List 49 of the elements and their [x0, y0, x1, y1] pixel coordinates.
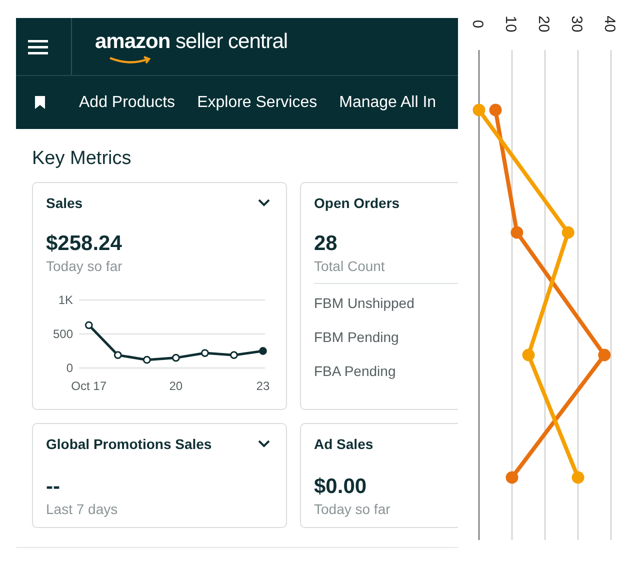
point — [172, 354, 180, 362]
metric-value: 28 — [314, 232, 338, 256]
axis-tick-label: 0 — [469, 20, 486, 28]
axis-tick-label: 0 — [66, 361, 73, 375]
metric-value: $258.24 — [46, 232, 123, 256]
axis-tick-label: 10 — [502, 16, 519, 32]
axis-tick-label: 1K — [58, 293, 73, 307]
chevron-icon[interactable] — [258, 440, 270, 448]
point — [472, 104, 486, 116]
axis-tick-label: 500 — [52, 327, 73, 341]
chevron-icon[interactable] — [258, 199, 270, 207]
point — [84, 321, 93, 330]
card-title: Ad Sales — [314, 436, 374, 452]
metric-caption: Today so far — [46, 258, 124, 274]
metric-caption: Total Count — [314, 258, 386, 274]
point — [510, 226, 524, 239]
point — [598, 348, 611, 362]
point — [200, 349, 209, 357]
metric-caption: Last 7 days — [46, 501, 119, 517]
bookmark-icon[interactable] — [35, 96, 45, 109]
axis-tick-label: 20 — [169, 379, 183, 393]
section-title: Key Metrics — [32, 148, 132, 170]
point — [259, 347, 267, 355]
nav-link[interactable]: Manage All In — [339, 94, 436, 112]
axis-tick-label: 23 — [256, 379, 270, 393]
order-row-label: FBM Unshipped — [314, 294, 416, 313]
order-row-label: FBA Pending — [314, 362, 397, 381]
axis-tick-label: 40 — [601, 16, 618, 32]
point — [114, 351, 122, 360]
axis-tick-label: 30 — [568, 16, 585, 32]
axis-tick-label: Oct 17 — [71, 379, 107, 393]
point — [142, 356, 151, 364]
metric-caption: Today so far — [314, 501, 392, 517]
axis-tick-label: 20 — [535, 16, 552, 32]
point — [506, 471, 518, 484]
metric-value: $0.00 — [314, 475, 368, 499]
card-title: Global Promotions Sales — [46, 436, 212, 452]
point — [562, 226, 574, 239]
order-row-label: FBM Pending — [314, 328, 400, 347]
card-title: Open Orders — [314, 195, 400, 211]
point — [489, 104, 502, 116]
card-title: Sales — [46, 195, 83, 211]
metric-value: -- — [46, 475, 61, 499]
nav-link[interactable]: Add Products — [79, 94, 176, 112]
logo[interactable]: amazon seller central — [95, 30, 288, 54]
point — [572, 471, 584, 484]
nav-link[interactable]: Explore Services — [197, 94, 318, 112]
point — [230, 351, 238, 360]
point — [522, 348, 535, 362]
